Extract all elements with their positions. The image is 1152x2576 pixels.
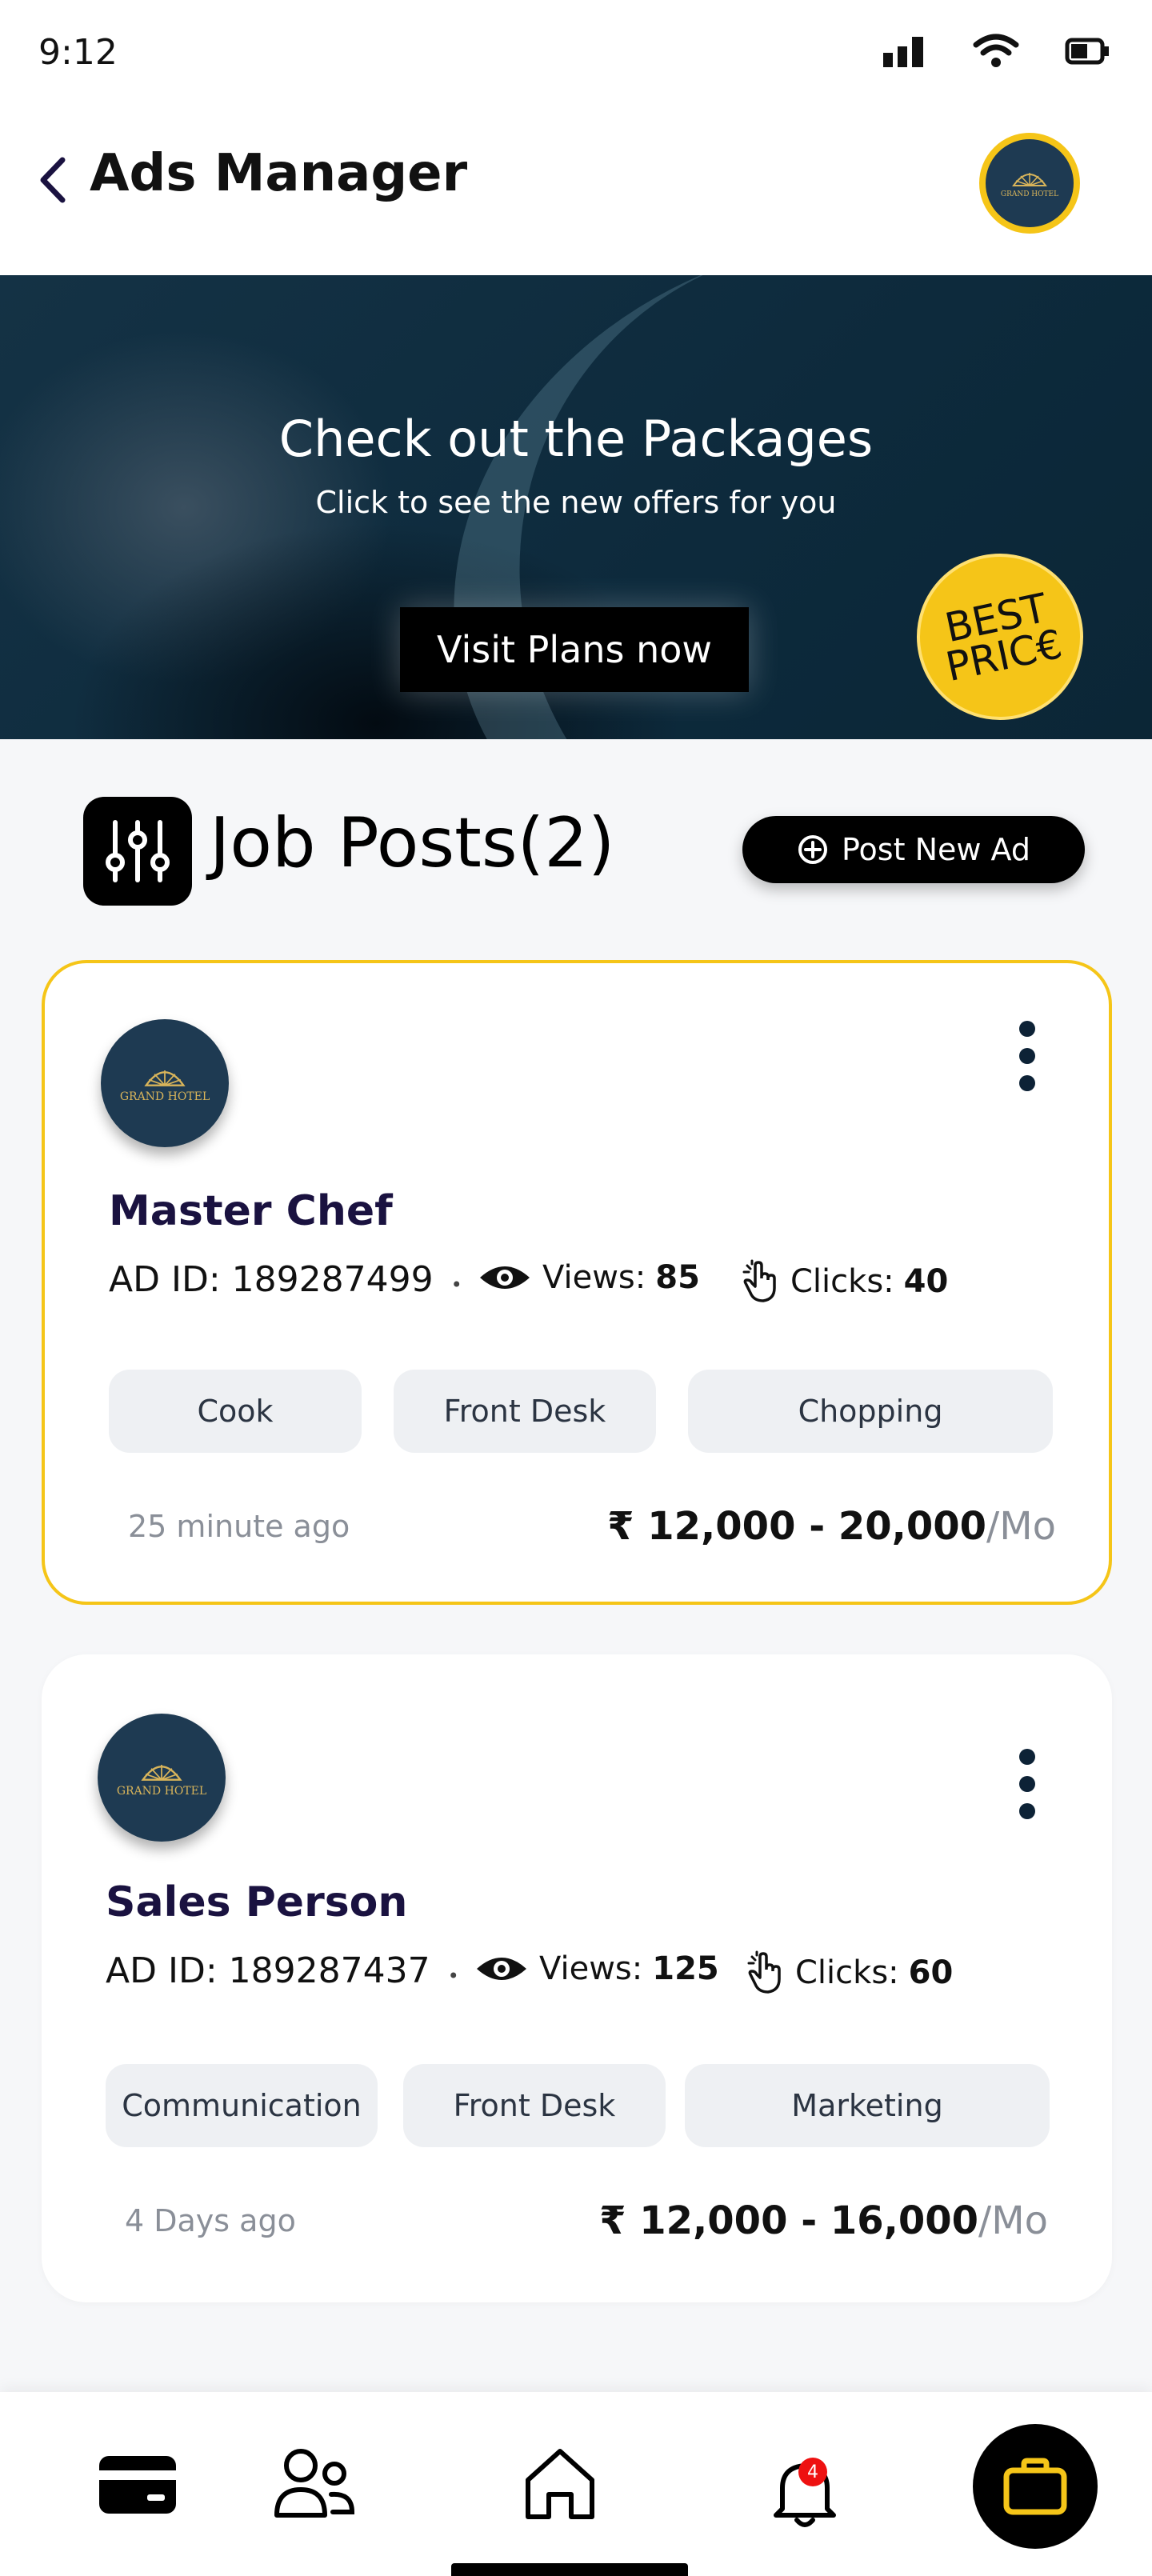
hotel-logo-text: GRAND HOTEL <box>1000 190 1059 198</box>
fan-logo-icon <box>141 1764 182 1781</box>
clicks-count: 60 <box>908 1954 954 1991</box>
views-stat: Views: 125 <box>474 1950 719 1987</box>
clicks-label: Clicks: <box>795 1954 899 1991</box>
salary-value: ₹ 12,000 - 16,000 <box>599 2198 979 2243</box>
users-icon[interactable] <box>272 2448 355 2520</box>
views-count: 125 <box>652 1950 719 1987</box>
section-title: Job Posts(2) <box>210 803 615 883</box>
tag-chip[interactable]: Cook <box>109 1370 362 1453</box>
fan-logo-icon <box>1012 173 1047 186</box>
salary-range: ₹ 12,000 - 20,000/Mo <box>607 1504 1056 1549</box>
status-time: 9:12 <box>38 32 118 73</box>
tag-chip[interactable]: Communication <box>106 2064 378 2147</box>
job-post-card[interactable]: GRAND HOTEL Master Chef AD ID: 189287499… <box>42 960 1112 1605</box>
battery-icon <box>1065 38 1109 65</box>
jobs-nav-button[interactable] <box>973 2424 1098 2549</box>
job-title: Sales Person <box>106 1878 408 1926</box>
ad-id-value: 189287437 <box>228 1950 430 1991</box>
clicks-count: 40 <box>903 1263 949 1300</box>
card-icon[interactable] <box>98 2454 178 2515</box>
posted-time: 25 minute ago <box>128 1509 350 1544</box>
more-options-icon[interactable] <box>1019 1021 1035 1102</box>
notification-badge: 4 <box>798 2458 827 2486</box>
job-post-card[interactable]: GRAND HOTEL Sales Person AD ID: 18928743… <box>42 1654 1112 2302</box>
separator-dot: • <box>450 1274 462 1296</box>
banner-title: Check out the Packages <box>278 410 874 468</box>
views-label: Views: <box>539 1950 643 1987</box>
banner-subtitle: Click to see the new offers for you <box>315 485 837 520</box>
sliders-icon <box>106 820 170 882</box>
hotel-logo-text: GRAND HOTEL <box>119 1090 210 1103</box>
visit-plans-button[interactable]: Visit Plans now <box>400 607 749 692</box>
briefcase-icon <box>1003 2458 1067 2515</box>
views-stat: Views: 85 <box>477 1259 700 1296</box>
salary-value: ₹ 12,000 - 20,000 <box>607 1504 987 1549</box>
company-avatar: GRAND HOTEL <box>101 1019 229 1147</box>
salary-period: /Mo <box>978 2198 1048 2243</box>
ad-id: AD ID: 189287437 • <box>106 1950 459 1991</box>
fan-logo-icon <box>144 1070 186 1086</box>
clicks-label: Clicks: <box>790 1263 894 1300</box>
hotel-logo: GRAND HOTEL <box>1001 168 1058 198</box>
eye-icon <box>477 1958 526 1980</box>
hand-click-icon <box>747 1950 781 1994</box>
tag-chip[interactable]: Front Desk <box>394 1370 656 1453</box>
hotel-logo: GRAND HOTEL <box>120 1065 210 1102</box>
separator-dot: • <box>447 1965 459 1987</box>
tag-chip[interactable]: Front Desk <box>403 2064 666 2147</box>
filter-button[interactable] <box>83 797 192 906</box>
hotel-logo: GRAND HOTEL <box>117 1759 206 1797</box>
tag-chip[interactable]: Chopping <box>688 1370 1053 1453</box>
clicks-stat: Clicks: 60 <box>746 1950 953 1995</box>
home-indicator <box>451 2563 688 2576</box>
post-new-ad-label: Post New Ad <box>842 832 1030 867</box>
salary-period: /Mo <box>986 1504 1056 1549</box>
profile-avatar[interactable]: GRAND HOTEL <box>979 133 1080 234</box>
more-options-icon[interactable] <box>1019 1749 1035 1830</box>
ad-id: AD ID: 189287499 • <box>109 1259 462 1300</box>
tag-chip[interactable]: Marketing <box>685 2064 1050 2147</box>
salary-range: ₹ 12,000 - 16,000/Mo <box>599 2198 1048 2243</box>
posted-time: 4 Days ago <box>125 2203 296 2238</box>
ad-id-label: AD ID: <box>109 1259 221 1300</box>
back-arrow-icon[interactable] <box>35 152 70 208</box>
post-new-ad-button[interactable]: Post New Ad <box>742 816 1085 883</box>
signal-icon <box>883 37 923 67</box>
hand-click-icon <box>742 1259 776 1302</box>
views-count: 85 <box>655 1259 700 1296</box>
home-icon[interactable] <box>522 2446 598 2522</box>
eye-icon <box>480 1266 530 1289</box>
page-title: Ads Manager <box>90 144 468 203</box>
views-label: Views: <box>542 1259 646 1296</box>
clicks-stat: Clicks: 40 <box>741 1259 948 1304</box>
ad-id-value: 189287499 <box>231 1259 434 1300</box>
hotel-logo-text: GRAND HOTEL <box>116 1784 207 1798</box>
ad-id-label: AD ID: <box>106 1950 218 1991</box>
wifi-icon <box>973 34 1019 67</box>
job-title: Master Chef <box>109 1187 393 1235</box>
plus-circle-icon <box>798 835 827 864</box>
company-avatar: GRAND HOTEL <box>98 1714 226 1842</box>
